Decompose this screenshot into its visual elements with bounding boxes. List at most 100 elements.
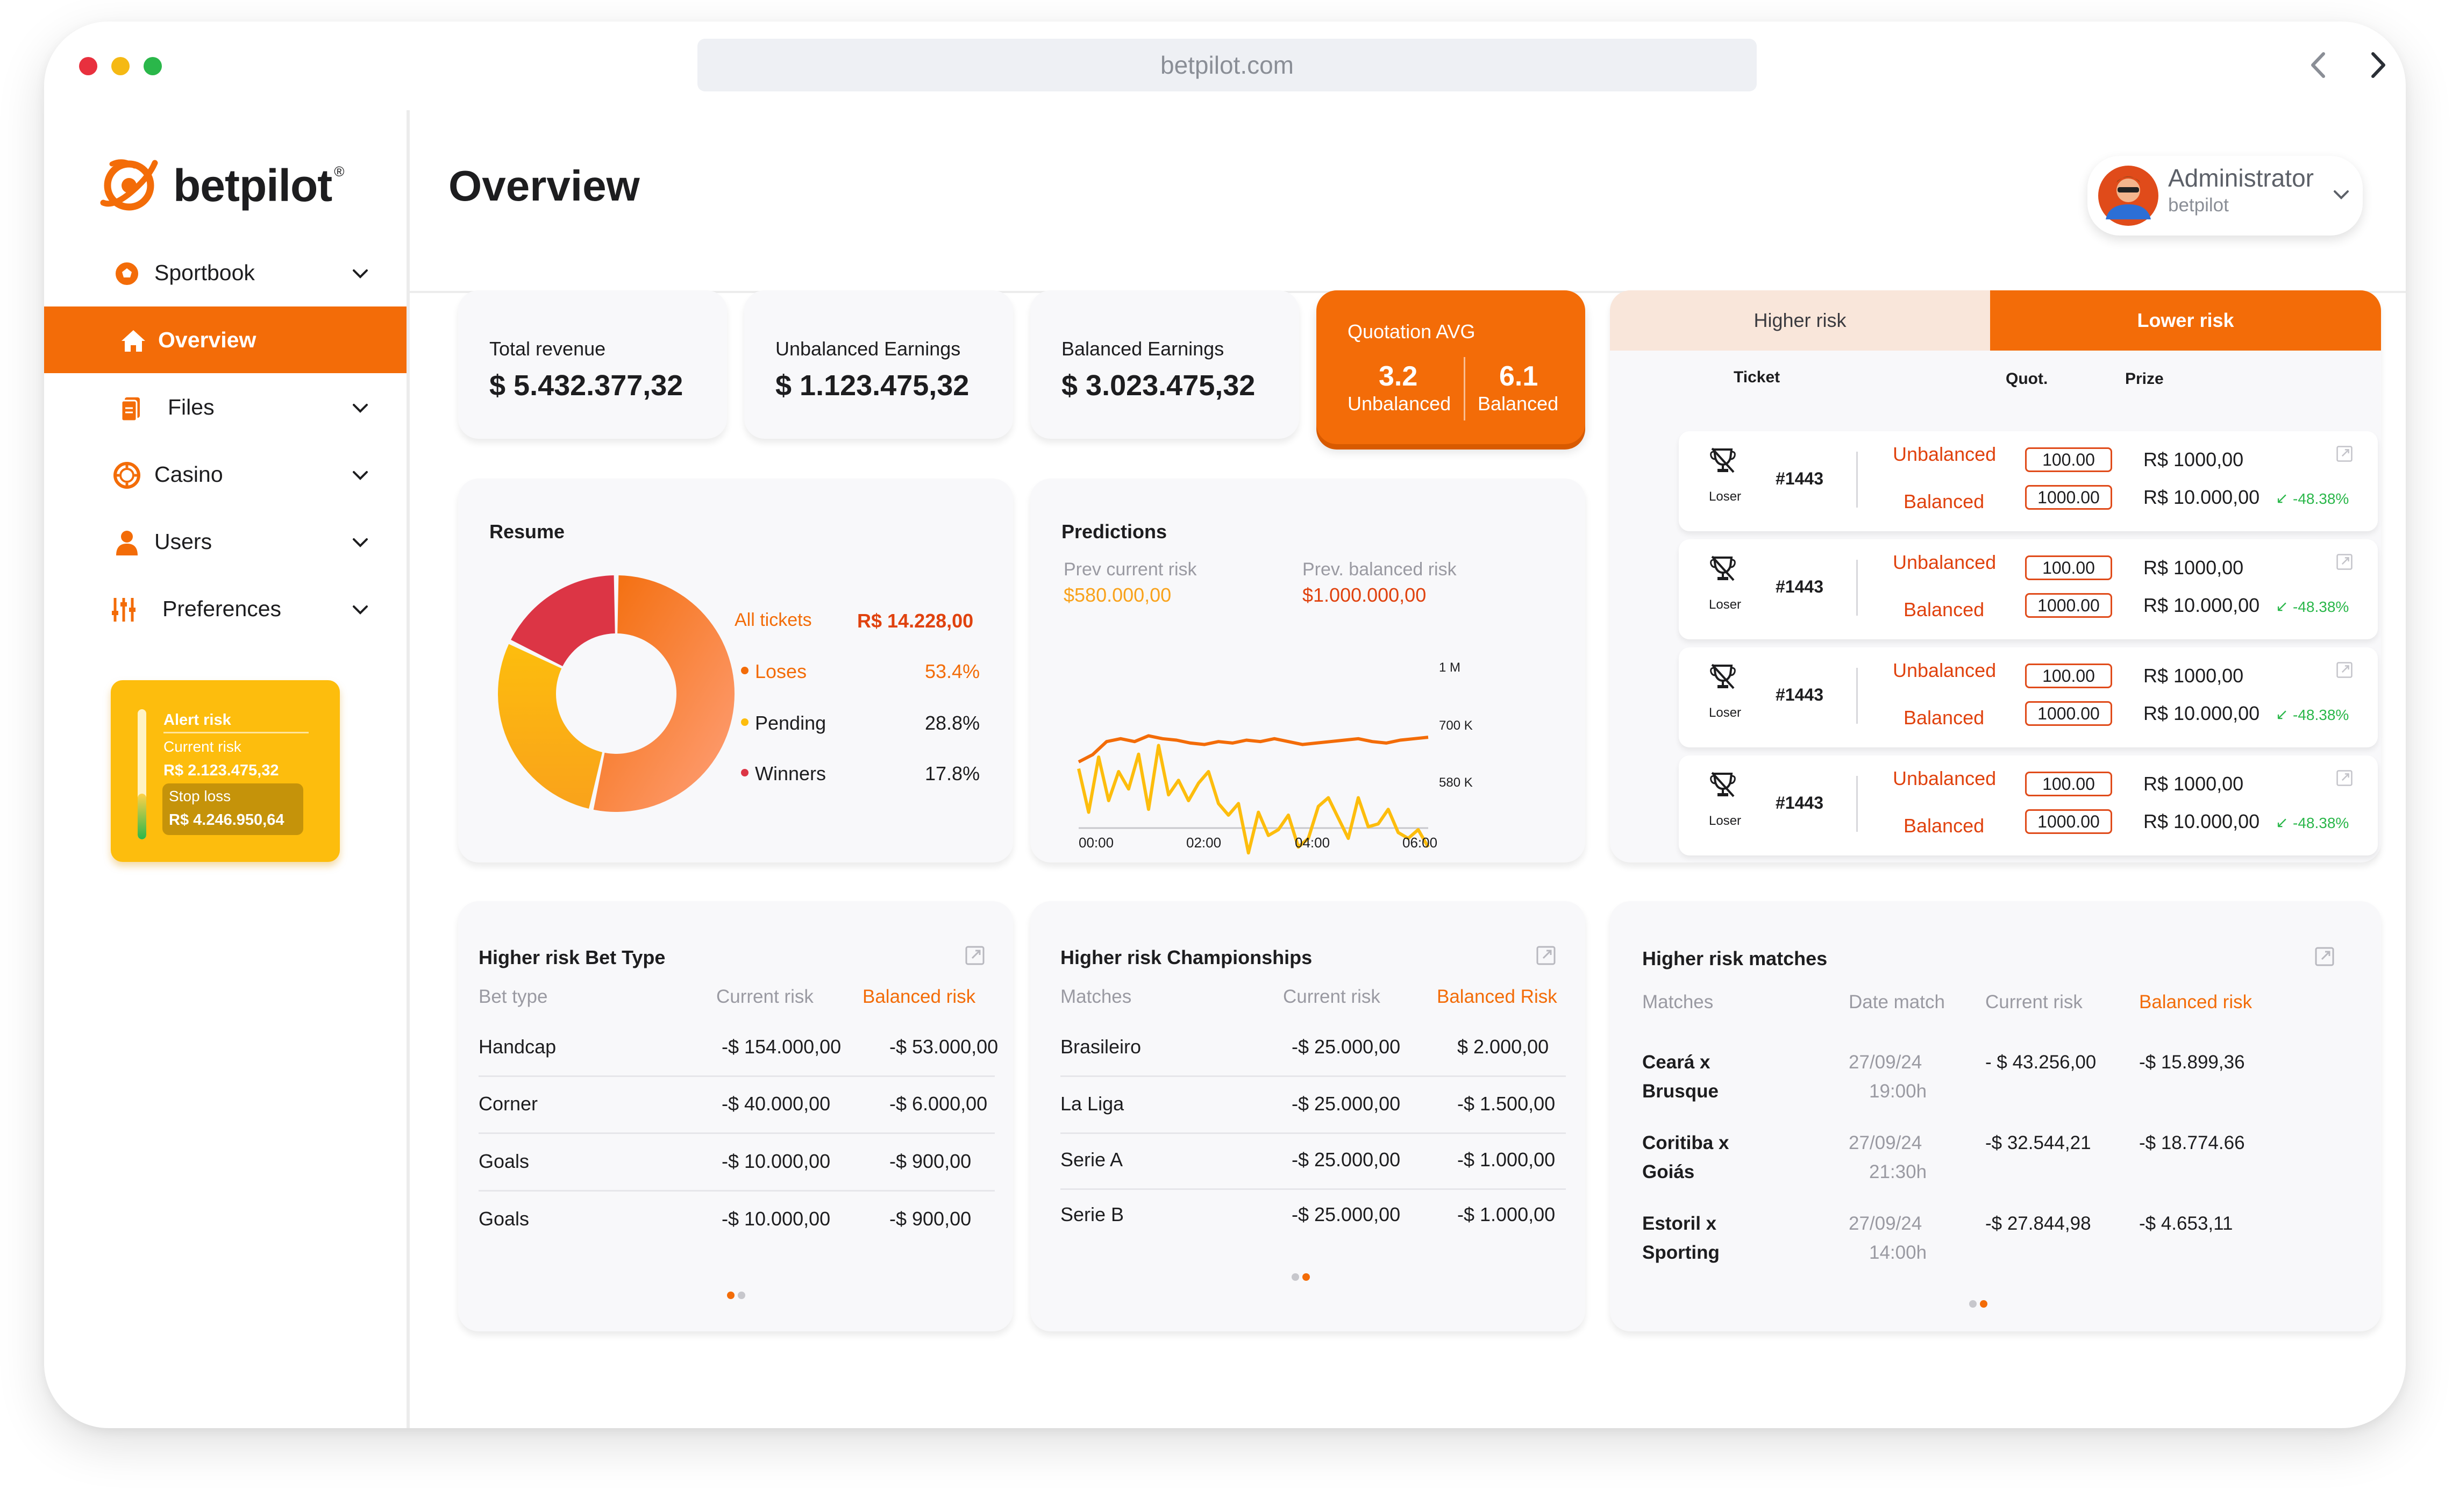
chevron-down-icon[interactable] bbox=[350, 532, 371, 553]
prize-value: R$ 10.000,00 bbox=[2143, 594, 2260, 616]
legend-value: 17.8% bbox=[925, 762, 980, 784]
pagination-dot-active[interactable] bbox=[1302, 1273, 1310, 1281]
prize-value: R$ 1000,00 bbox=[2143, 665, 2244, 687]
sidebar: betpilot ® Sportbook Overview Files Casin… bbox=[44, 110, 410, 1428]
stop-loss-label: Stop loss bbox=[169, 788, 231, 804]
expand-icon[interactable] bbox=[2336, 445, 2353, 462]
balanced-risk-value: -$ 6.000,00 bbox=[889, 1093, 988, 1115]
pagination-dot[interactable] bbox=[1969, 1300, 1977, 1308]
pagination-dot[interactable] bbox=[1292, 1273, 1299, 1281]
logo[interactable]: betpilot ® bbox=[97, 153, 344, 218]
tab-label: Higher risk bbox=[1754, 309, 1847, 331]
chevron-down-icon[interactable] bbox=[350, 397, 371, 419]
forward-arrow-icon[interactable] bbox=[2359, 46, 2397, 84]
user-icon bbox=[116, 531, 138, 555]
risk-level-bar bbox=[138, 709, 146, 839]
chevron-down-icon[interactable] bbox=[350, 465, 371, 486]
ticket-row[interactable]: Loser #1443 Unbalanced Balanced 100.00 1000.0… bbox=[1679, 431, 2378, 531]
ticket-unbalanced-label: Unbalanced bbox=[1893, 767, 1997, 789]
quotation-box[interactable]: 1000.00 bbox=[2025, 593, 2112, 618]
user-menu[interactable]: Administrator betpilot bbox=[2087, 156, 2363, 236]
pagination-dot-active[interactable] bbox=[1980, 1300, 1987, 1308]
balanced-risk-value: -$ 1.000,00 bbox=[1457, 1149, 1556, 1171]
y-tick-label: 1 M bbox=[1439, 660, 1461, 675]
match-team-2: Sporting bbox=[1642, 1242, 1720, 1263]
legend-label: Winners bbox=[755, 762, 826, 784]
logo-registered-mark: ® bbox=[334, 163, 345, 180]
series-line-prev-current-risk bbox=[1078, 734, 1429, 764]
pagination-dot-active[interactable] bbox=[727, 1292, 735, 1299]
donut-slice-loses[interactable] bbox=[593, 575, 735, 812]
all-tickets-value: R$ 14.228,00 bbox=[857, 610, 974, 632]
back-arrow-icon[interactable] bbox=[2300, 46, 2337, 84]
ticket-row[interactable]: Loser #1443 Unbalanced Balanced 100.00 1000.0… bbox=[1679, 755, 2378, 855]
alert-title: Alert risk bbox=[163, 711, 231, 729]
predictions-line-chart bbox=[1077, 734, 1430, 855]
sidebar-item-sportbook[interactable]: Sportbook bbox=[44, 239, 407, 306]
quotation-box[interactable]: 1000.00 bbox=[2025, 701, 2112, 726]
match-date: 27/09/24 bbox=[1849, 1052, 1922, 1073]
tab-lower-risk[interactable]: Lower risk bbox=[1990, 290, 2381, 351]
row-label: La Liga bbox=[1060, 1093, 1124, 1115]
sidebar-item-label: Sportbook bbox=[154, 260, 255, 285]
series-line-prev-balanced-risk bbox=[1077, 744, 1430, 855]
ticket-divider bbox=[1856, 668, 1858, 724]
ticket-status: Loser bbox=[1709, 705, 1742, 720]
soccer-ball-icon bbox=[115, 261, 139, 286]
quotation-balanced-value: 6.1 bbox=[1499, 361, 1538, 392]
column-header: Current risk bbox=[716, 986, 814, 1007]
broken-trophy-icon bbox=[1710, 555, 1736, 581]
balanced-risk-value: -$ 15.899,36 bbox=[2139, 1052, 2245, 1073]
predictions-card: Predictions Prev current risk $580.000,0… bbox=[1030, 479, 1585, 862]
sidebar-item-casino[interactable]: Casino bbox=[44, 441, 407, 508]
row-label: Corner bbox=[479, 1093, 538, 1115]
ticket-row[interactable]: Loser #1443 Unbalanced Balanced 100.00 1000.0… bbox=[1679, 539, 2378, 639]
chevron-down-icon[interactable] bbox=[350, 599, 371, 621]
unbalanced-earnings-card: Unbalanced Earnings $ 1.123.475,32 bbox=[744, 290, 1013, 439]
maximize-window-dot[interactable] bbox=[144, 57, 162, 75]
ticket-status: Loser bbox=[1709, 597, 1742, 612]
row-label: Goals bbox=[479, 1208, 530, 1230]
expand-icon[interactable] bbox=[1536, 945, 1556, 966]
quotation-box[interactable]: 100.00 bbox=[2025, 447, 2112, 472]
column-header-prize: Prize bbox=[2125, 370, 2164, 388]
expand-icon[interactable] bbox=[2336, 769, 2353, 787]
ticket-row[interactable]: Loser #1443 Unbalanced Balanced 100.00 1000.0… bbox=[1679, 647, 2378, 747]
quotation-box[interactable]: 1000.00 bbox=[2025, 485, 2112, 510]
match-team-1: Estoril x bbox=[1642, 1213, 1717, 1234]
sidebar-item-files[interactable]: Files bbox=[44, 374, 407, 440]
donut-slice-pending[interactable] bbox=[498, 644, 603, 809]
tab-higher-risk[interactable]: Higher risk bbox=[1610, 290, 1990, 351]
match-date: 27/09/24 bbox=[1849, 1213, 1922, 1234]
column-header: Balanced risk bbox=[863, 986, 976, 1007]
x-tick-label: 04:00 bbox=[1295, 835, 1330, 851]
legend-label: Pending bbox=[755, 712, 826, 734]
chevron-down-icon[interactable] bbox=[350, 263, 371, 284]
sidebar-item-preferences[interactable]: Preferences bbox=[44, 575, 407, 642]
expand-icon[interactable] bbox=[2336, 553, 2353, 570]
chevron-down-icon[interactable] bbox=[2330, 184, 2352, 205]
pagination-dot[interactable] bbox=[738, 1292, 745, 1299]
column-header: Date match bbox=[1849, 992, 1945, 1012]
sidebar-item-overview[interactable]: Overview bbox=[44, 306, 407, 373]
sidebar-item-users[interactable]: Users bbox=[44, 508, 407, 575]
expand-icon[interactable] bbox=[2314, 946, 2335, 967]
expand-icon[interactable] bbox=[2336, 661, 2353, 679]
quotation-box[interactable]: 100.00 bbox=[2025, 555, 2112, 580]
quotation-box[interactable]: 100.00 bbox=[2025, 664, 2112, 688]
row-label: Goals bbox=[479, 1150, 530, 1172]
close-window-dot[interactable] bbox=[79, 57, 97, 75]
ticket-id: #1443 bbox=[1776, 469, 1823, 488]
alert-risk-card[interactable]: Alert risk Current risk R$ 2.123.475,32 … bbox=[111, 680, 340, 862]
quotation-box[interactable]: 1000.00 bbox=[2025, 809, 2112, 834]
minimize-window-dot[interactable] bbox=[111, 57, 130, 75]
y-tick-label: 580 K bbox=[1439, 775, 1473, 790]
sidebar-item-label: Casino bbox=[154, 461, 223, 487]
address-bar[interactable]: betpilot.com bbox=[697, 39, 1757, 91]
current-risk-value: -$ 154.000,00 bbox=[722, 1036, 842, 1058]
sidebar-item-label: Preferences bbox=[162, 596, 282, 621]
row-divider bbox=[1060, 1132, 1566, 1134]
quotation-unbalanced-value: 3.2 bbox=[1379, 361, 1418, 392]
expand-icon[interactable] bbox=[965, 945, 985, 966]
quotation-box[interactable]: 100.00 bbox=[2025, 772, 2112, 796]
